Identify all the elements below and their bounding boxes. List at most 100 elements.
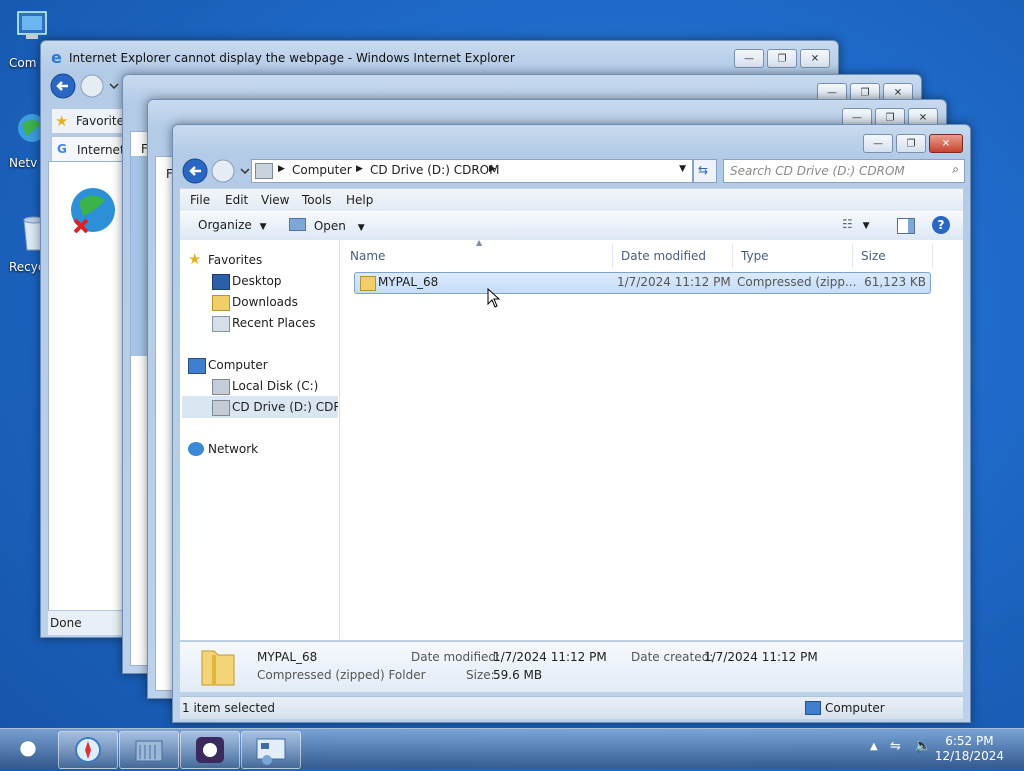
file-type: Compressed (zipp...	[737, 275, 857, 289]
close-button[interactable]: ✕	[800, 49, 830, 68]
minimize-icon: —	[827, 87, 837, 98]
app-icon	[196, 737, 224, 763]
maximize-icon: ❐	[885, 112, 895, 123]
navigation-pane: ★ Favorites Desktop Downloads Recent Pla…	[180, 240, 340, 640]
search-input[interactable]: Search CD Drive (D:) CDROM ⌕	[723, 159, 965, 183]
details-size-label: Size:	[466, 668, 495, 682]
search-placeholder: Search CD Drive (D:) CDROM	[730, 164, 905, 178]
computer-icon	[805, 701, 821, 715]
close-icon: ✕	[918, 112, 928, 123]
drive-icon	[255, 163, 273, 179]
taskbar-control-panel-button[interactable]	[241, 731, 301, 769]
taskbar-safari-button[interactable]	[58, 731, 118, 769]
nav-item-recent-places[interactable]: Recent Places	[212, 314, 315, 332]
nav-item-computer[interactable]: Computer	[188, 356, 268, 374]
desktop-icon-label: Netv	[9, 156, 38, 170]
clock-date: 12/18/2024	[934, 749, 1004, 763]
preview-pane-button[interactable]	[897, 218, 915, 234]
nav-label: Downloads	[232, 295, 298, 309]
open-icon	[289, 218, 306, 231]
folder-icon	[135, 740, 163, 762]
column-header-date-modified[interactable]: Date modified	[613, 244, 733, 268]
menu-bar: File Edit View Tools Help	[180, 188, 963, 211]
menu-help[interactable]: Help	[346, 193, 373, 207]
details-date-modified: 1/7/2024 11:12 PM	[493, 650, 607, 664]
local-disk-icon	[212, 379, 230, 395]
zip-folder-large-icon	[201, 650, 235, 686]
explorer-window[interactable]: — ❐ ✕ ▶ Computer ▶ CD Drive (D:) CDROM ▶…	[172, 124, 971, 723]
zip-folder-icon	[360, 276, 376, 291]
taskbar: ● ▲ ⇋ 🔈 6:52 PM 12/18/2024	[0, 728, 1024, 769]
command-bar: Organize ▼ Open ▼ ☷ ▼ ?	[180, 211, 963, 241]
nav-item-network[interactable]: Network	[188, 440, 258, 458]
help-icon: ?	[937, 218, 945, 232]
nav-item-desktop[interactable]: Desktop	[212, 272, 282, 290]
file-list: Name ▲ Date modified Type Size MYPAL_68 …	[340, 238, 963, 640]
details-pane: MYPAL_68 Compressed (zipped) Folder Date…	[180, 641, 963, 692]
open-button[interactable]: Open ▼	[289, 218, 365, 233]
organize-button[interactable]: Organize ▼	[198, 218, 267, 232]
forward-icon	[80, 74, 104, 98]
downloads-folder-icon	[212, 295, 230, 311]
table-row[interactable]: MYPAL_68 1/7/2024 11:12 PM Compressed (z…	[354, 272, 931, 294]
address-dropdown-icon[interactable]: ▼	[679, 164, 686, 174]
view-options-button[interactable]: ☷ ▼	[842, 217, 870, 231]
refresh-icon: ⇆	[698, 163, 709, 177]
status-text: Done	[50, 616, 82, 630]
file-name: MYPAL_68	[378, 275, 439, 289]
breadcrumb-computer[interactable]: Computer	[292, 163, 352, 177]
nav-item-downloads[interactable]: Downloads	[212, 293, 298, 311]
menu-file[interactable]: File	[190, 193, 210, 207]
details-file-type: Compressed (zipped) Folder	[257, 668, 426, 682]
column-header-size[interactable]: Size	[853, 244, 933, 268]
back-icon	[182, 158, 208, 184]
status-selection-count: 1 item selected	[182, 701, 276, 715]
close-icon: ✕	[893, 87, 903, 98]
help-button[interactable]: ?	[932, 216, 950, 234]
start-button[interactable]: ●	[8, 735, 48, 763]
nav-label: Local Disk (C:)	[232, 379, 319, 393]
menu-view[interactable]: View	[261, 193, 289, 207]
menu-edit[interactable]: Edit	[225, 193, 248, 207]
menu-tools[interactable]: Tools	[302, 193, 332, 207]
breadcrumb-cd-drive[interactable]: CD Drive (D:) CDROM	[370, 163, 499, 177]
close-button[interactable]: ✕	[929, 134, 963, 153]
sort-ascending-icon: ▲	[476, 238, 483, 247]
preview-pane-icon	[908, 219, 914, 233]
cd-drive-icon	[212, 400, 230, 416]
file-size: 61,123 KB	[864, 275, 926, 289]
window-title: Internet Explorer cannot display the web…	[69, 51, 515, 65]
maximize-button[interactable]: ❐	[767, 49, 797, 68]
globe-error-icon	[71, 188, 115, 234]
nav-item-cd-drive[interactable]: CD Drive (D:) CDROM	[232, 398, 338, 416]
address-bar[interactable]: ▶ Computer ▶ CD Drive (D:) CDROM ▶ ▼	[251, 159, 693, 183]
view-icon: ☷	[842, 217, 853, 231]
show-hidden-icons-icon[interactable]: ▲	[870, 741, 878, 752]
google-icon: G	[57, 142, 67, 156]
forward-icon	[211, 159, 235, 183]
nav-label: Computer	[208, 358, 268, 372]
volume-muted-icon[interactable]: 🔈	[914, 738, 931, 754]
column-header-name[interactable]: Name	[342, 244, 613, 268]
close-icon: ✕	[941, 138, 951, 149]
minimize-button[interactable]: —	[863, 134, 893, 153]
network-status-icon[interactable]: ⇋	[890, 739, 901, 754]
refresh-button[interactable]: ⇆	[693, 159, 717, 183]
minimize-button[interactable]: —	[734, 49, 764, 68]
star-icon: ★	[188, 250, 202, 268]
breadcrumb-separator-icon: ▶	[356, 164, 363, 174]
maximize-button[interactable]: ❐	[896, 134, 926, 153]
search-icon: ⌕	[952, 162, 959, 176]
column-header-type[interactable]: Type	[733, 244, 853, 268]
star-icon: ★	[55, 112, 69, 130]
taskbar-explorer-button[interactable]	[119, 731, 179, 769]
breadcrumb-separator-icon: ▶	[278, 164, 285, 174]
apple-logo-icon: ●	[19, 735, 37, 759]
clock[interactable]: 6:52 PM 12/18/2024	[935, 734, 1004, 764]
minimize-icon: —	[744, 53, 754, 64]
taskbar-app-button[interactable]	[180, 731, 240, 769]
nav-item-favorites[interactable]: ★ Favorites	[188, 250, 262, 269]
maximize-icon: ❐	[777, 53, 787, 64]
nav-item-local-disk[interactable]: Local Disk (C:)	[212, 377, 319, 395]
nav-label: Desktop	[232, 274, 282, 288]
